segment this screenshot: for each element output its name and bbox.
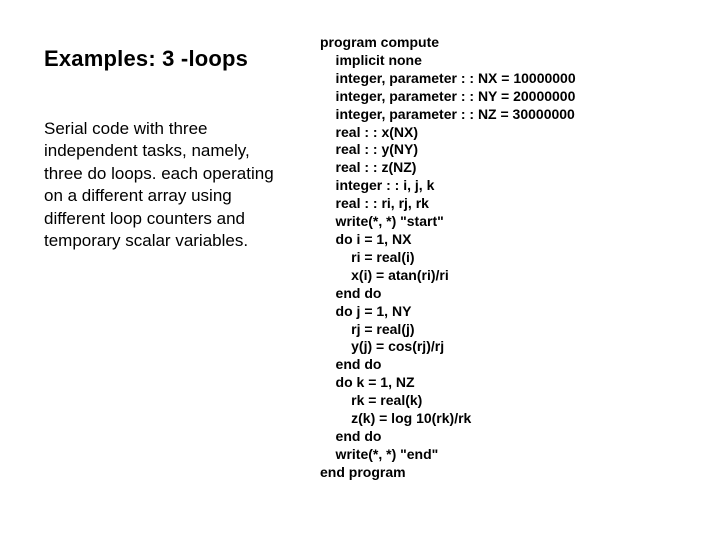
- description-text: Serial code with three independent tasks…: [44, 118, 280, 253]
- code-block: program compute implicit none integer, p…: [320, 34, 710, 482]
- slide-title: Examples: 3 -loops: [44, 46, 280, 72]
- left-column: Examples: 3 -loops Serial code with thre…: [0, 0, 290, 540]
- right-column: program compute implicit none integer, p…: [290, 0, 720, 540]
